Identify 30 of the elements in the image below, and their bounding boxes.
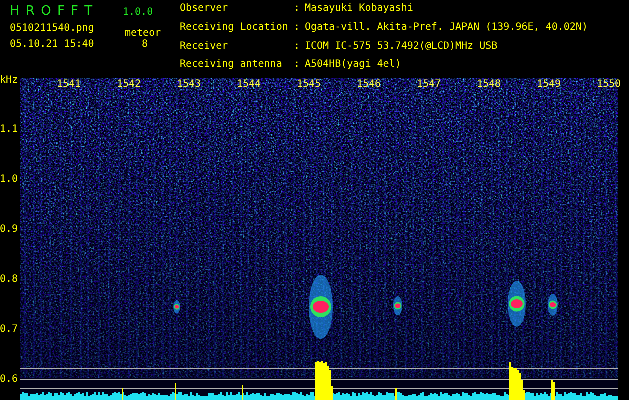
meteor-count: 8 [141, 39, 148, 50]
app-title: H R O F F T [10, 4, 95, 19]
info-value: ICOM IC-575 53.7492(@LCD)MHz USB [305, 40, 499, 54]
time-label: 1546 [357, 79, 382, 90]
time-label: 1547 [417, 79, 442, 90]
frequency-label: 0.7 [0, 324, 18, 335]
info-value: Masayuki Kobayashi [305, 3, 414, 16]
timestamp: 05.10.21 15:40 [10, 39, 96, 50]
frequency-label: 1.0 [0, 174, 18, 185]
unit-label: kHz [0, 75, 18, 86]
file-name: 0510211540.png [10, 23, 96, 36]
time-label: 1550 [597, 79, 622, 90]
frequency-label: 0.9 [0, 224, 18, 235]
frequency-label: 0.8 [0, 274, 18, 285]
frequency-label: 1.1 [0, 124, 18, 135]
version-label: 1.0.0 [123, 7, 154, 18]
info-separator: : [294, 59, 302, 72]
info-separator: : [294, 22, 302, 35]
info-label: Receiving Location [180, 22, 290, 35]
time-label: 1544 [237, 79, 262, 90]
info-value: A504HB(yagi 4el) [305, 59, 402, 72]
frequency-label: 0.6 [0, 374, 18, 385]
info-label: Observer [180, 3, 230, 16]
info-label: Receiver [180, 40, 230, 54]
info-separator: : [294, 40, 302, 54]
info-value: Ogata-vill. Akita-Pref. JAPAN (139.96E, 40.02N) [305, 22, 588, 35]
info-label: Receiving antenna [180, 59, 284, 72]
count-label: meteor [125, 28, 162, 39]
time-label: 1542 [117, 79, 142, 90]
info-separator: : [294, 3, 302, 16]
